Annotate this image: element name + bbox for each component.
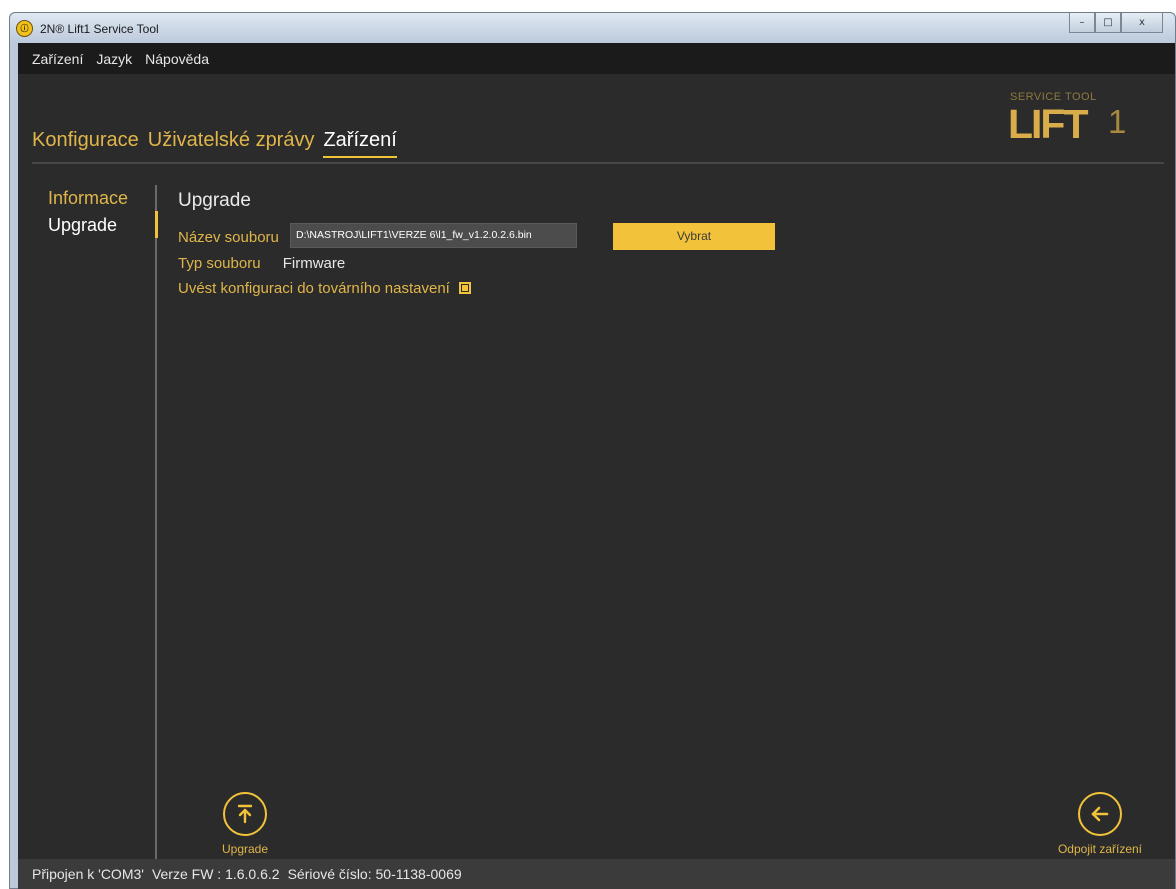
firmware-version: Verze FW : 1.6.0.6.2 — [151, 866, 280, 882]
filetype-row: Typ souboru Firmware — [178, 255, 345, 272]
arrow-left-icon — [1091, 806, 1109, 822]
filename-field[interactable]: D:\NASTROJ\LIFT1\VERZE 6\l1_fw_v1.2.0.2.… — [290, 223, 577, 248]
select-file-button[interactable]: Vybrat — [613, 223, 775, 250]
tab-zarizeni[interactable]: Zařízení — [323, 129, 397, 158]
main-tabs: Konfigurace Uživatelské zprávy Zařízení — [32, 129, 406, 158]
maximize-button[interactable]: □ — [1095, 13, 1121, 33]
section-title: Upgrade — [178, 190, 251, 211]
logo-text: LIFT — [1008, 101, 1089, 147]
disconnect-action[interactable]: Odpojit zařízení — [1045, 792, 1155, 856]
menu-zarizeni[interactable]: Zařízení — [32, 51, 83, 67]
menu-jazyk[interactable]: Jazyk — [96, 51, 132, 67]
app-window: ⓘ 2N® Lift1 Service Tool – □ x Zařízení … — [9, 12, 1176, 889]
logo-suffix: 1 — [1108, 103, 1127, 140]
window-title: 2N® Lift1 Service Tool — [40, 22, 159, 36]
filetype-value: Firmware — [282, 255, 346, 272]
factory-reset-label: Uvést konfiguraci do továrního nastavení — [178, 280, 450, 297]
side-navigation: Informace Upgrade — [48, 188, 148, 242]
app-client-area: Zařízení Jazyk Nápověda SERVICE TOOL LIF… — [18, 43, 1175, 889]
tab-konfigurace[interactable]: Konfigurace — [32, 129, 139, 158]
upgrade-action[interactable]: Upgrade — [215, 792, 275, 856]
minimize-button[interactable]: – — [1069, 13, 1095, 33]
menu-bar: Zařízení Jazyk Nápověda — [18, 43, 1175, 74]
filetype-label: Typ souboru — [178, 255, 261, 272]
upgrade-button[interactable] — [223, 792, 267, 836]
tabs-divider — [32, 162, 1164, 164]
serial-number: Sériové číslo: 50-1138-0069 — [287, 866, 462, 882]
connection-status: Připojen k 'COM3' — [32, 866, 144, 882]
status-bar: Připojen k 'COM3' Verze FW : 1.6.0.6.2 S… — [18, 859, 1175, 889]
factory-reset-checkbox[interactable] — [459, 282, 471, 294]
upgrade-button-label: Upgrade — [221, 842, 269, 856]
sidebar-active-marker — [155, 211, 158, 238]
tab-uzivatelske-zpravy[interactable]: Uživatelské zprávy — [148, 129, 315, 158]
disconnect-button-label: Odpojit zařízení — [1057, 842, 1143, 856]
lift-logo: SERVICE TOOL LIFT 1 — [1008, 91, 1128, 155]
close-button[interactable]: x — [1121, 13, 1163, 33]
sidebar-item-informace[interactable]: Informace — [48, 188, 148, 215]
menu-napoveda[interactable]: Nápověda — [145, 51, 209, 67]
window-controls: – □ x — [1069, 13, 1163, 33]
sidebar-divider — [155, 185, 157, 865]
filename-row: Název souboru — [178, 229, 279, 246]
upload-icon — [237, 804, 253, 824]
filename-label: Název souboru — [178, 229, 279, 246]
app-logo-icon: ⓘ — [16, 20, 33, 37]
disconnect-button[interactable] — [1078, 792, 1122, 836]
sidebar-item-upgrade[interactable]: Upgrade — [48, 215, 148, 242]
factory-reset-row: Uvést konfiguraci do továrního nastavení — [178, 280, 471, 297]
title-bar[interactable]: ⓘ 2N® Lift1 Service Tool – □ x — [10, 13, 1175, 43]
